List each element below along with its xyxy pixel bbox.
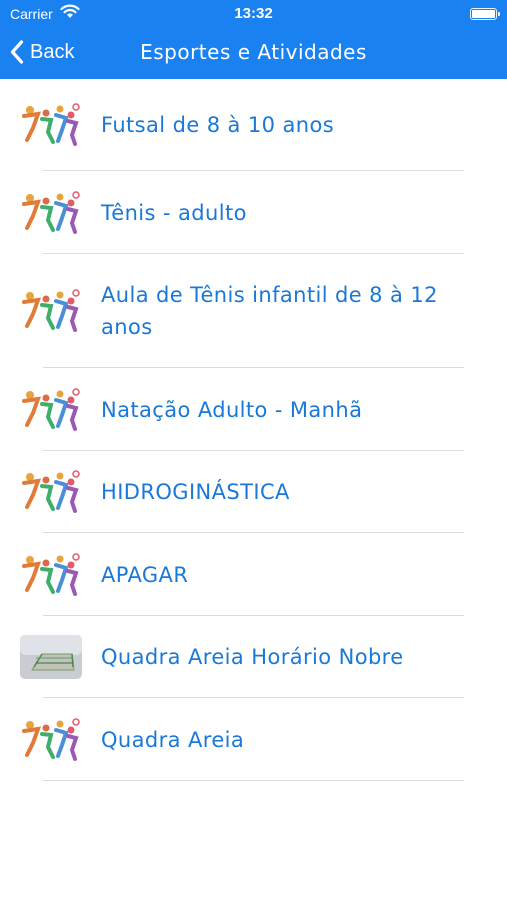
header: Carrier 13:32 Back Esportes e Atividades	[0, 0, 507, 79]
status-bar: Carrier 13:32	[0, 0, 507, 28]
status-time: 13:32	[234, 5, 273, 22]
list-item[interactable]: HIDROGINÁSTICA	[0, 451, 507, 533]
court-photo-icon	[20, 635, 82, 679]
sports-people-icon	[22, 470, 80, 513]
sports-people-icon	[22, 717, 80, 761]
list-item[interactable]: APAGAR	[0, 533, 507, 616]
list-item[interactable]: Aula de Tênis infantil de 8 à 12 anos	[0, 254, 507, 368]
list-item-label: HIDROGINÁSTICA	[101, 480, 290, 504]
back-label: Back	[30, 40, 75, 63]
sports-people-icon	[22, 552, 80, 596]
sports-people-icon	[22, 103, 80, 146]
list-item-label: Aula de Tênis infantil de 8 à 12 anos	[101, 283, 438, 339]
separator	[43, 780, 464, 781]
activity-list: Futsal de 8 à 10 anos Tênis - adulto Aul…	[0, 79, 507, 781]
list-item-label: Quadra Areia Horário Nobre	[101, 645, 404, 669]
navigation-bar: Back Esportes e Atividades	[0, 30, 507, 74]
list-item-label: Futsal de 8 à 10 anos	[101, 113, 335, 137]
list-item-label: Tênis - adulto	[101, 200, 247, 225]
sports-people-icon	[22, 387, 80, 431]
list-item[interactable]: Quadra Areia	[0, 698, 507, 781]
chevron-left-icon	[10, 40, 24, 64]
back-button[interactable]: Back	[10, 36, 74, 68]
battery-icon	[470, 8, 500, 20]
list-item[interactable]: Quadra Areia Horário Nobre	[0, 616, 507, 698]
list-item[interactable]: Tênis - adulto	[0, 171, 507, 254]
page-title: Esportes e Atividades	[140, 40, 367, 64]
list-item-label: Natação Adulto - Manhã	[101, 397, 363, 422]
sports-people-icon	[22, 289, 80, 332]
list-item[interactable]: Futsal de 8 à 10 anos	[0, 79, 507, 171]
sports-people-icon	[22, 190, 80, 234]
list-item[interactable]: Natação Adulto - Manhã	[0, 368, 507, 451]
list-item-label: APAGAR	[101, 562, 189, 587]
list-item-label: Quadra Areia	[101, 727, 245, 752]
